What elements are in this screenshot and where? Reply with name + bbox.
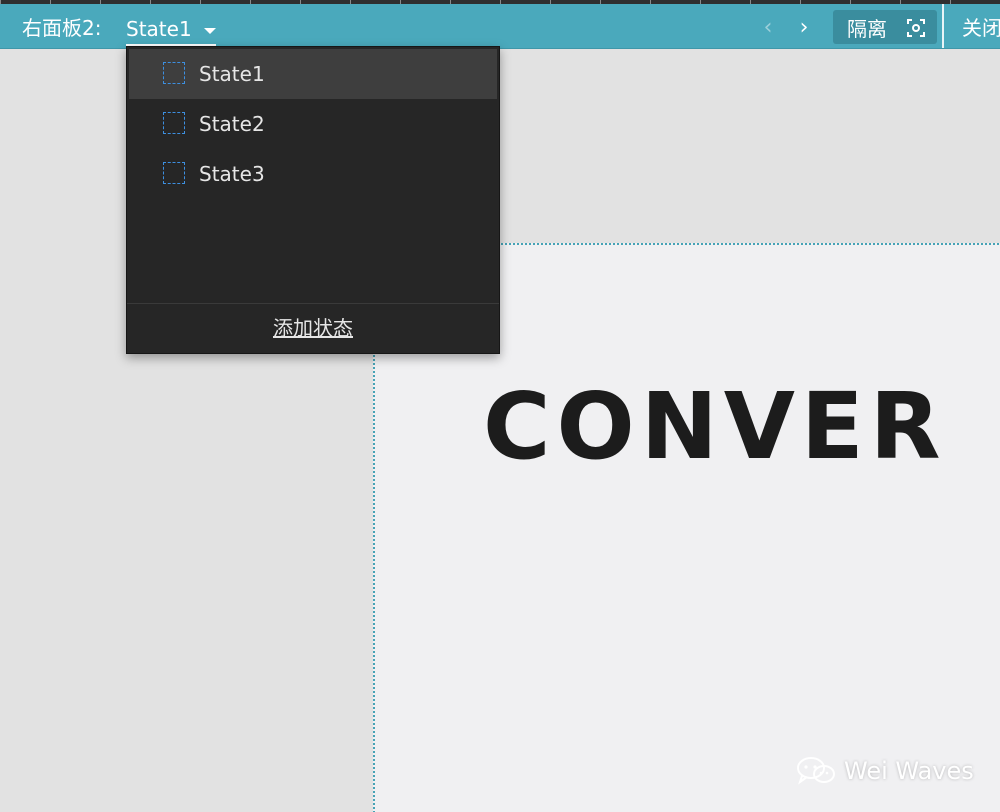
chevron-left-icon[interactable]: ‹ — [756, 4, 780, 48]
state-item-2[interactable]: State2 — [129, 99, 497, 149]
focus-frame-icon — [907, 19, 925, 37]
state-frame-icon — [163, 62, 185, 84]
state-dropdown: State1 State2 State3 添加状态 — [126, 46, 500, 354]
add-state-link[interactable]: 添加状态 — [127, 305, 499, 351]
toolbar-divider — [942, 4, 944, 48]
state-item-label: State2 — [199, 112, 265, 136]
watermark-text: Wei Waves — [844, 757, 974, 785]
state-item-1[interactable]: State1 — [129, 49, 497, 99]
isolate-label: 隔离 — [847, 17, 887, 41]
state-item-label: State1 — [199, 62, 265, 86]
caret-down-icon — [204, 28, 216, 34]
chevron-right-icon[interactable]: › — [792, 4, 816, 48]
panel-label: 右面板2: — [22, 16, 102, 40]
dropdown-divider — [127, 303, 499, 304]
logo-text: CONVER — [483, 373, 947, 480]
isolate-button[interactable]: 隔离 — [833, 10, 937, 44]
state-item-label: State3 — [199, 162, 265, 186]
state-select-value: State1 — [126, 17, 192, 41]
close-button[interactable]: 关闭 — [962, 4, 1000, 52]
state-toolbar: 右面板2: State1 ‹ › 隔离 关闭 — [0, 4, 1000, 49]
state-select[interactable]: State1 — [126, 10, 216, 46]
state-item-3[interactable]: State3 — [129, 149, 497, 199]
state-frame-icon — [163, 112, 185, 134]
state-frame-icon — [163, 162, 185, 184]
wechat-icon — [797, 757, 835, 785]
